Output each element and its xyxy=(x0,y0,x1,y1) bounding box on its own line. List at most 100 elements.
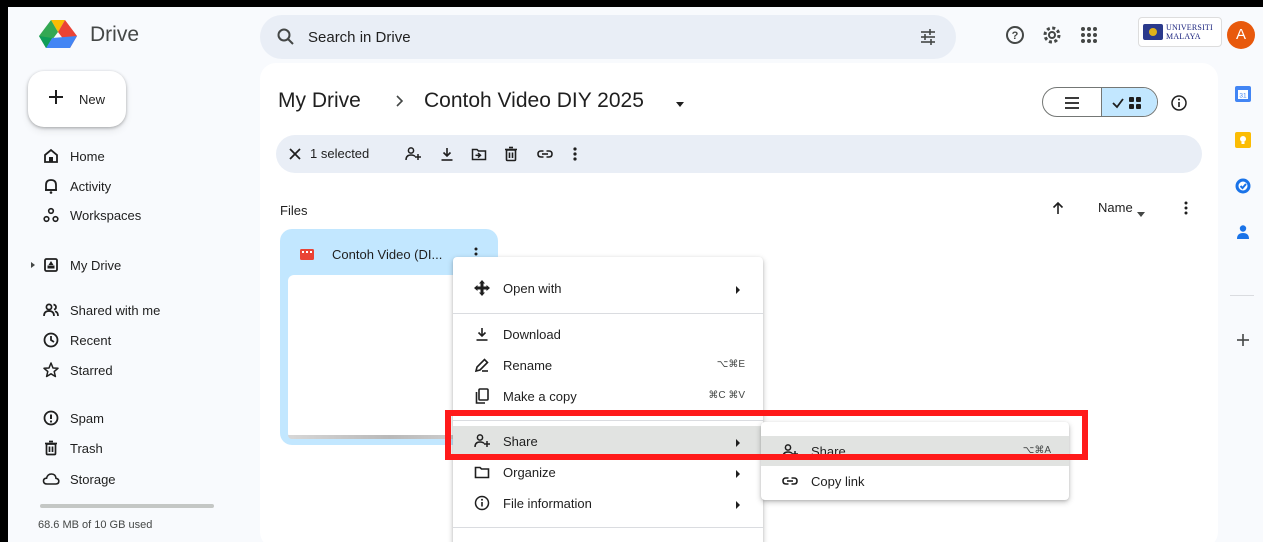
side-panel-divider xyxy=(1230,295,1254,296)
info-icon xyxy=(473,494,491,512)
menu-item-open-with[interactable]: Open with xyxy=(453,273,763,303)
sidebar-item-shared-with-me[interactable]: Shared with me xyxy=(28,295,238,325)
sidebar-item-label: My Drive xyxy=(70,258,122,273)
clock-icon xyxy=(42,331,60,349)
grid-view-icon[interactable] xyxy=(1101,88,1157,116)
storage-usage-bar xyxy=(40,504,214,508)
menu-item-label: Rename xyxy=(503,358,553,373)
star-icon xyxy=(42,361,60,379)
my-drive-icon xyxy=(42,256,60,274)
sidebar-item-spam[interactable]: Spam xyxy=(28,403,238,433)
submenu-arrow-icon xyxy=(735,498,741,509)
close-icon[interactable] xyxy=(286,145,304,163)
chevron-down-icon[interactable] xyxy=(674,97,686,107)
account-avatar[interactable]: A xyxy=(1227,21,1255,49)
sidebar-item-label: Recent xyxy=(70,333,112,348)
menu-item-label: Organize xyxy=(503,465,556,480)
menu-item-label: Copy link xyxy=(811,474,865,489)
drive-logo-icon[interactable] xyxy=(38,20,78,50)
new-button-label: New xyxy=(79,92,106,107)
cloud-icon xyxy=(42,470,60,488)
sidebar-item-home[interactable]: Home xyxy=(28,141,238,171)
sidebar-item-starred[interactable]: Starred xyxy=(28,355,238,385)
add-plus-icon[interactable] xyxy=(1234,331,1252,349)
trash-icon[interactable] xyxy=(502,145,520,163)
submenu-arrow-icon xyxy=(735,283,741,294)
selection-count: 1 selected xyxy=(310,146,370,161)
sidebar-item-storage[interactable]: Storage xyxy=(28,464,238,494)
more-options-icon[interactable] xyxy=(1178,199,1194,217)
new-button[interactable]: New xyxy=(28,71,126,127)
sidebar-item-label: Shared with me xyxy=(70,303,161,318)
search-icon[interactable] xyxy=(276,27,296,47)
sidebar-item-label: Home xyxy=(70,149,105,164)
breadcrumb-root[interactable]: My Drive xyxy=(278,89,361,113)
menu-item-organize[interactable]: Organize xyxy=(453,457,763,487)
menu-item-rename[interactable]: Rename ⌥⌘E xyxy=(453,350,763,380)
workspaces-icon xyxy=(42,206,60,224)
people-icon xyxy=(42,301,60,319)
copy-icon xyxy=(473,387,491,405)
search-options-icon[interactable] xyxy=(918,27,938,47)
settings-gear-icon[interactable] xyxy=(1040,23,1064,47)
menu-item-label: Open with xyxy=(503,281,562,296)
share-person-add-icon[interactable] xyxy=(404,145,422,163)
sidebar-item-trash[interactable]: Trash xyxy=(28,433,238,463)
search-bar[interactable]: Search in Drive xyxy=(260,15,956,59)
annotation-highlight-box xyxy=(445,410,1088,460)
spam-icon xyxy=(42,409,60,427)
university-crest-icon xyxy=(1143,24,1163,40)
storage-usage-text: 68.6 MB of 10 GB used xyxy=(38,519,153,531)
context-menu: Open with Download Rename ⌥⌘E Make a cop… xyxy=(453,257,763,542)
sidebar-item-label: Spam xyxy=(70,411,104,426)
sidebar-item-label: Activity xyxy=(70,179,112,194)
menu-item-make-a-copy[interactable]: Make a copy ⌘C ⌘V xyxy=(453,381,763,411)
breadcrumb-current-folder[interactable]: Contoh Video DIY 2025 xyxy=(424,89,644,113)
contacts-icon[interactable] xyxy=(1234,223,1252,241)
sidebar-item-recent[interactable]: Recent xyxy=(28,325,238,355)
svg-text:31: 31 xyxy=(1239,93,1247,100)
apps-grid-icon[interactable] xyxy=(1077,23,1101,47)
link-icon xyxy=(781,472,799,490)
shortcut-hint: ⌥⌘E xyxy=(716,359,745,370)
org-name-line1: UNIVERSITI xyxy=(1166,23,1213,32)
organize-folder-icon xyxy=(473,463,491,481)
selection-toolbar: 1 selected xyxy=(276,135,1202,173)
organization-logo[interactable]: UNIVERSITI MALAYA xyxy=(1138,17,1222,47)
menu-item-label: Download xyxy=(503,327,561,342)
menu-item-file-information[interactable]: File information xyxy=(453,488,763,518)
bell-icon xyxy=(42,177,60,195)
file-name: Contoh Video (DI... xyxy=(332,247,443,262)
sidebar-item-activity[interactable]: Activity xyxy=(28,171,238,201)
help-icon[interactable]: ? xyxy=(1003,23,1027,47)
tasks-icon[interactable] xyxy=(1234,177,1252,195)
expand-caret-icon[interactable] xyxy=(28,259,38,271)
sidebar-item-my-drive[interactable]: My Drive xyxy=(28,250,238,280)
sort-by-name-button[interactable]: Name xyxy=(1098,200,1133,215)
sidebar-item-label: Workspaces xyxy=(70,208,142,223)
sort-direction-arrow-icon[interactable] xyxy=(1050,199,1066,217)
download-icon[interactable] xyxy=(438,145,456,163)
home-icon xyxy=(42,147,60,165)
menu-item-label: Make a copy xyxy=(503,389,577,404)
search-input[interactable]: Search in Drive xyxy=(308,29,411,46)
sidebar-item-workspaces[interactable]: Workspaces xyxy=(28,200,238,230)
plus-icon xyxy=(44,85,68,109)
details-info-icon[interactable] xyxy=(1170,94,1188,112)
files-section-heading: Files xyxy=(280,203,308,218)
submenu-arrow-icon xyxy=(735,467,741,478)
menu-divider xyxy=(453,527,763,528)
keep-icon[interactable] xyxy=(1234,131,1252,149)
more-options-icon[interactable] xyxy=(566,145,584,163)
submenu-item-copy-link[interactable]: Copy link xyxy=(761,466,1069,496)
open-with-icon xyxy=(473,279,491,297)
view-toggle[interactable] xyxy=(1042,87,1158,117)
link-icon[interactable] xyxy=(536,145,554,163)
menu-item-label: File information xyxy=(503,496,592,511)
sidebar-item-label: Storage xyxy=(70,472,116,487)
list-view-icon[interactable] xyxy=(1043,88,1101,116)
caret-down-icon[interactable] xyxy=(1136,206,1146,217)
move-to-folder-icon[interactable] xyxy=(470,145,488,163)
calendar-icon[interactable]: 31 xyxy=(1234,85,1252,103)
menu-item-download[interactable]: Download xyxy=(453,319,763,349)
